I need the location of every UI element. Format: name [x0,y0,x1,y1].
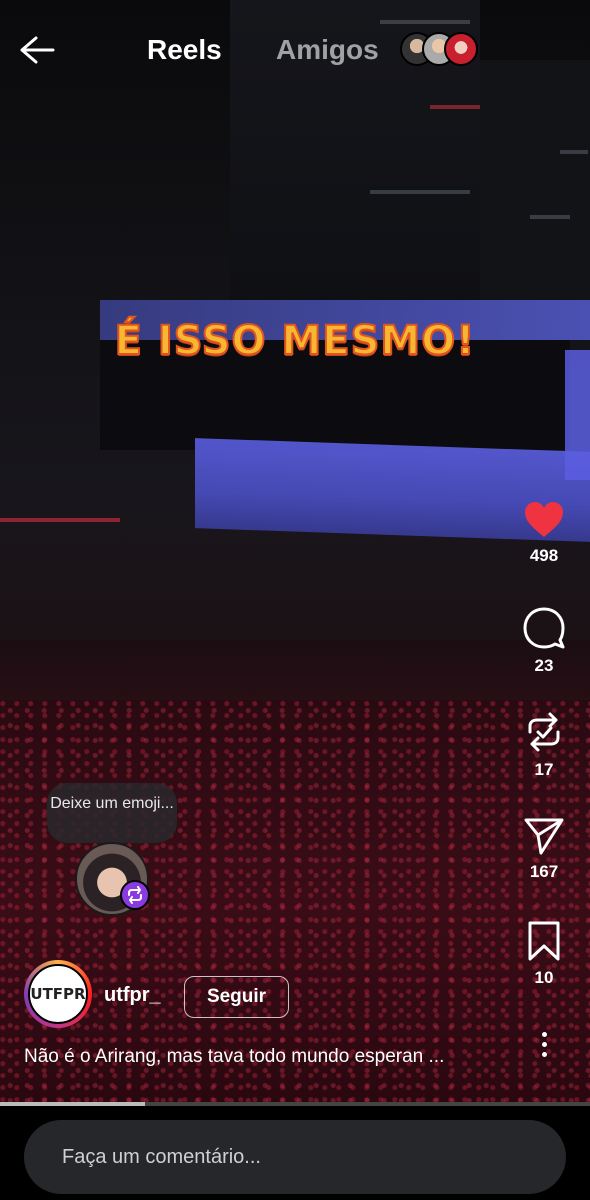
repost-icon [528,712,560,752]
emoji-prompt-bubble[interactable]: Deixe um emoji... [47,783,177,843]
lit-facade [565,350,590,480]
comment-icon [523,607,565,649]
follow-button[interactable]: Seguir [184,976,289,1018]
comment-bar [0,1106,590,1200]
comment-count: 23 [534,656,554,675]
more-options-icon[interactable] [531,1032,557,1060]
author-avatar[interactable]: UTFPR [24,960,92,1028]
friends-avatar-stack[interactable] [400,32,480,66]
comment-input[interactable] [24,1120,566,1194]
video-overlay-caption: É ISSO MESMO! [114,317,476,365]
remix-count: 17 [534,760,554,779]
save-count: 10 [534,968,554,987]
building-light [430,105,480,109]
like-button[interactable]: 498 [504,500,584,566]
reel-video[interactable] [0,0,590,1105]
share-count: 167 [529,862,559,881]
like-count: 498 [529,546,559,565]
remix-button[interactable]: 17 [504,710,584,780]
author-username[interactable]: utfpr_ [104,984,161,1007]
post-caption[interactable]: Não é o Arirang, mas tava todo mundo esp… [24,1046,504,1068]
back-arrow-icon[interactable] [18,34,56,66]
street-light [0,518,120,522]
save-button[interactable]: 10 [504,920,584,988]
building-light [530,215,570,219]
send-icon [524,818,564,855]
top-bar: Reels Amigos [0,0,590,100]
heart-icon [525,502,563,537]
bookmark-icon [528,921,560,961]
utfpr-logo: UTFPR [28,964,88,1024]
share-button[interactable]: 167 [504,816,584,882]
building-light [560,150,588,154]
repost-icon [128,886,142,904]
tab-amigos[interactable]: Amigos [276,34,379,66]
comment-button[interactable]: 23 [504,606,584,676]
building-light [370,190,470,194]
tab-reels[interactable]: Reels [147,34,222,66]
avatar [444,32,478,66]
emoji-repost-badge [120,880,150,910]
